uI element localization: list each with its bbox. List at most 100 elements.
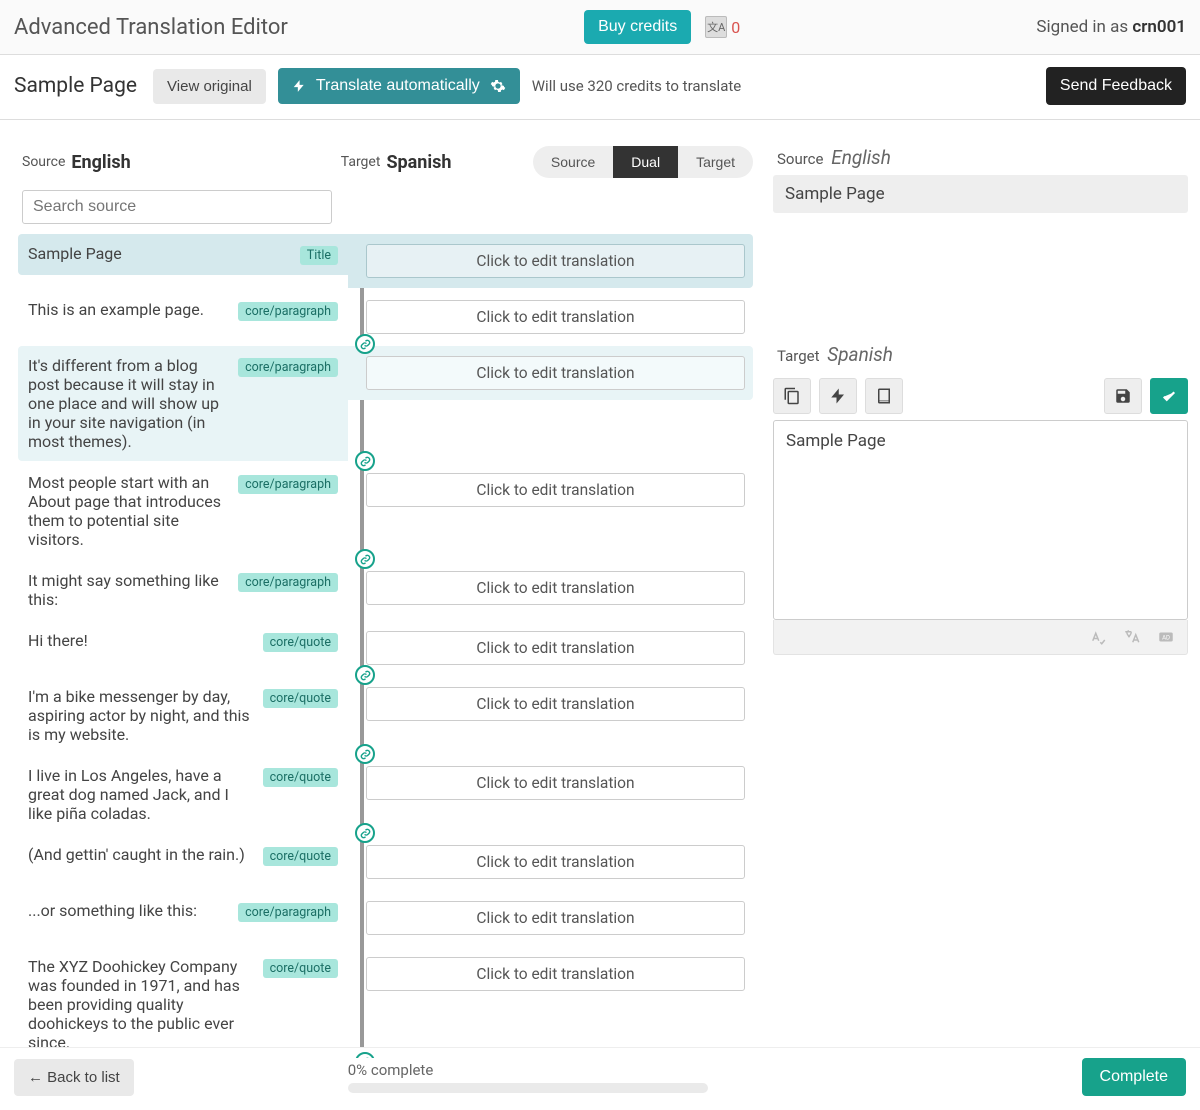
row-type-chip: core/quote	[263, 847, 338, 866]
source-cell[interactable]: Sample PageTitle	[18, 234, 348, 275]
source-text: I'm a bike messenger by day, aspiring ac…	[28, 687, 251, 744]
book-icon	[875, 387, 893, 405]
table-row[interactable]: Sample PageTitle Click to edit translatio…	[18, 234, 753, 288]
main-area: Source English Target Spanish Source Dua…	[0, 120, 1200, 1058]
table-row[interactable]: This is an example page. core/paragraph Cl…	[18, 290, 753, 344]
target-lang-value: Spanish	[386, 152, 451, 173]
source-cell[interactable]: It might say something like this:core/pa…	[18, 561, 348, 619]
glossary-button[interactable]	[865, 378, 903, 414]
table-row[interactable]: I live in Los Angeles, have a great dog …	[18, 756, 753, 833]
source-cell[interactable]: The XYZ Doohickey Company was founded in…	[18, 947, 348, 1058]
row-type-chip: core/paragraph	[238, 573, 338, 592]
seg-source-tab[interactable]: Source	[533, 146, 613, 178]
progress-bar	[348, 1083, 708, 1093]
target-lang-block: Target Spanish	[341, 152, 452, 173]
gear-icon	[490, 78, 506, 94]
target-cell: Click to edit translation	[348, 891, 753, 945]
seg-target-tab[interactable]: Target	[678, 146, 753, 178]
table-row[interactable]: Hi there! core/quote Click to edit transla…	[18, 621, 753, 675]
target-edit-box[interactable]: Click to edit translation	[366, 300, 745, 334]
target-edit-box[interactable]: Click to edit translation	[366, 571, 745, 605]
source-text: Hi there!	[28, 631, 251, 650]
table-row[interactable]: It might say something like this:core/pa…	[18, 561, 753, 619]
spellcheck-icon[interactable]	[1089, 628, 1107, 646]
row-type-chip: core/quote	[263, 959, 338, 978]
target-cell: Click to edit translation	[348, 947, 753, 1001]
source-text: It's different from a blog post because …	[28, 356, 226, 451]
page-title: Sample Page	[14, 74, 137, 98]
table-row[interactable]: ...or something like this:core/paragraph…	[18, 891, 753, 945]
row-type-chip: core/quote	[263, 633, 338, 652]
complete-button[interactable]: Complete	[1082, 1058, 1186, 1096]
table-row[interactable]: (And gettin' caught in the rain.)core/qu…	[18, 835, 753, 889]
target-cell: Click to edit translation	[348, 290, 753, 344]
right-target-value: Spanish	[827, 343, 893, 366]
credit-count: 0	[731, 18, 740, 37]
source-cell[interactable]: It's different from a blog post because …	[18, 346, 348, 461]
right-target-lang: Target Spanish	[777, 343, 1188, 366]
username: crn001	[1132, 17, 1186, 37]
link-toggle-icon[interactable]	[355, 334, 375, 354]
source-text: This is an example page.	[28, 300, 226, 319]
table-row[interactable]: I'm a bike messenger by day, aspiring ac…	[18, 677, 753, 754]
translate-credit-icon: 文A	[705, 16, 727, 38]
right-source-label: Source	[777, 150, 823, 168]
sub-bar: Sample Page View original Translate auto…	[0, 55, 1200, 120]
link-toggle-icon[interactable]	[355, 549, 375, 569]
row-type-chip: core/paragraph	[238, 302, 338, 321]
source-cell[interactable]: Most people start with an About page tha…	[18, 463, 348, 559]
back-to-list-button[interactable]: ← Back to list	[14, 1059, 134, 1096]
source-cell[interactable]: I'm a bike messenger by day, aspiring ac…	[18, 677, 348, 754]
table-row[interactable]: Most people start with an About page tha…	[18, 463, 753, 559]
target-edit-box[interactable]: Click to edit translation	[366, 957, 745, 991]
view-mode-segment: Source Dual Target	[533, 146, 753, 178]
target-edit-box[interactable]: Click to edit translation	[366, 845, 745, 879]
link-toggle-icon[interactable]	[355, 665, 375, 685]
translate-auto-button[interactable]: Translate automatically	[278, 68, 520, 104]
rows-list: Sample PageTitle Click to edit translatio…	[18, 234, 753, 1058]
ad-tag-icon[interactable]: AD	[1157, 628, 1175, 646]
target-edit-box[interactable]: Click to edit translation	[366, 473, 745, 507]
table-row[interactable]: It's different from a blog post because …	[18, 346, 753, 461]
source-readonly-box: Sample Page	[773, 175, 1188, 213]
confirm-button[interactable]	[1150, 378, 1188, 414]
link-toggle-icon[interactable]	[355, 451, 375, 471]
save-button[interactable]	[1104, 378, 1142, 414]
target-editor[interactable]: Sample Page	[773, 420, 1188, 620]
view-original-button[interactable]: View original	[153, 69, 266, 104]
credit-info-text: Will use 320 credits to translate	[532, 77, 741, 95]
source-cell[interactable]: This is an example page. core/paragraph	[18, 290, 348, 331]
target-edit-box[interactable]: Click to edit translation	[366, 687, 745, 721]
seg-dual-tab[interactable]: Dual	[613, 146, 678, 178]
bolt-icon	[829, 387, 847, 405]
source-lang-label: Source	[22, 154, 65, 170]
target-edit-box[interactable]: Click to edit translation	[366, 631, 745, 665]
target-edit-box[interactable]: Click to edit translation	[366, 766, 745, 800]
target-edit-box[interactable]: Click to edit translation	[366, 356, 745, 390]
source-cell[interactable]: Hi there! core/quote	[18, 621, 348, 662]
row-type-chip: core/paragraph	[238, 358, 338, 377]
top-bar: Advanced Translation Editor Buy credits …	[0, 0, 1200, 55]
source-cell[interactable]: ...or something like this:core/paragraph	[18, 891, 348, 932]
buy-credits-button[interactable]: Buy credits	[584, 10, 691, 44]
link-toggle-icon[interactable]	[355, 823, 375, 843]
target-edit-box[interactable]: Click to edit translation	[366, 244, 745, 278]
target-edit-box[interactable]: Click to edit translation	[366, 901, 745, 935]
target-cell: Click to edit translation	[348, 561, 753, 615]
source-cell[interactable]: (And gettin' caught in the rain.)core/qu…	[18, 835, 348, 876]
translate-icon[interactable]	[1123, 628, 1141, 646]
copy-icon-button[interactable]	[773, 378, 811, 414]
machine-translate-button[interactable]	[819, 378, 857, 414]
target-cell: Click to edit translation	[348, 463, 753, 517]
send-feedback-button[interactable]: Send Feedback	[1046, 67, 1186, 105]
target-cell: Click to edit translation	[348, 234, 753, 288]
source-text: Most people start with an About page tha…	[28, 473, 226, 549]
footer-bar: ← Back to list 0% complete Complete	[0, 1047, 1200, 1110]
source-text: ...or something like this:	[28, 901, 226, 920]
search-input[interactable]	[22, 190, 332, 224]
row-type-chip: Title	[300, 246, 338, 265]
link-toggle-icon[interactable]	[355, 744, 375, 764]
table-row[interactable]: The XYZ Doohickey Company was founded in…	[18, 947, 753, 1058]
signed-in-prefix: Signed in as	[1036, 17, 1132, 37]
source-cell[interactable]: I live in Los Angeles, have a great dog …	[18, 756, 348, 833]
